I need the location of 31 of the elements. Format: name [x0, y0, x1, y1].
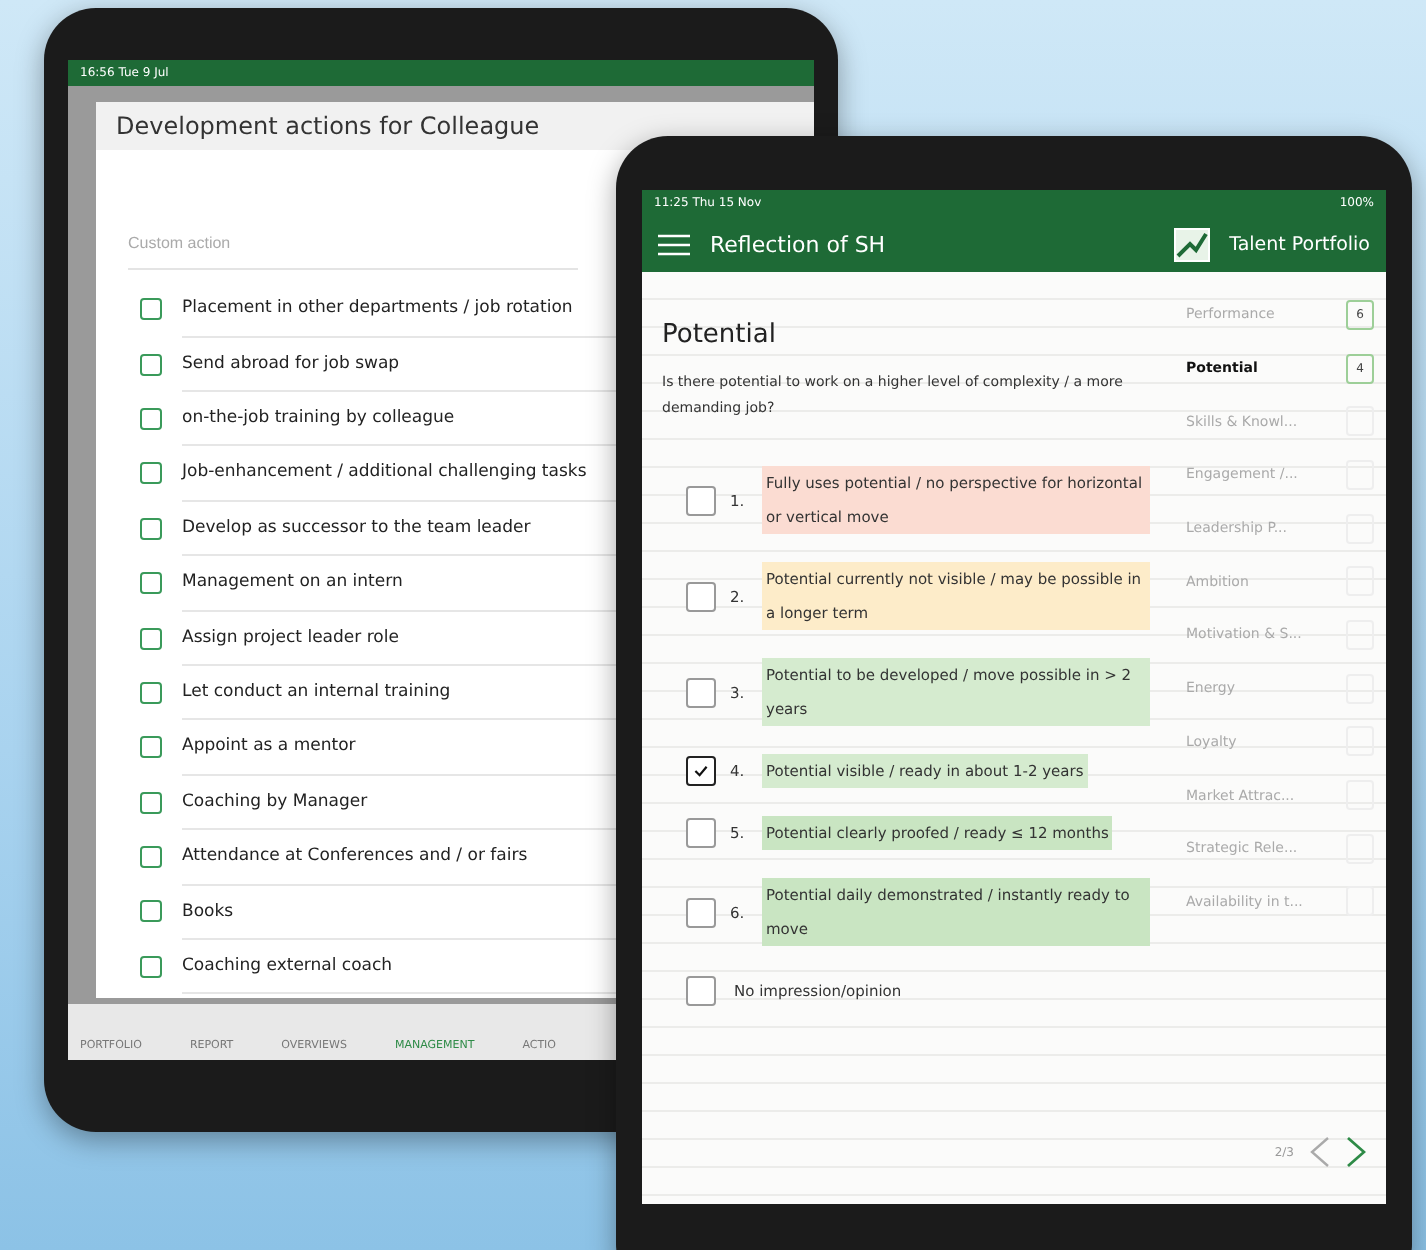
checkbox[interactable] — [140, 955, 162, 978]
checkbox[interactable] — [686, 976, 716, 1006]
checkbox[interactable] — [140, 791, 162, 814]
checkbox[interactable] — [686, 756, 716, 786]
checkbox[interactable] — [140, 846, 162, 869]
next-button[interactable] — [1346, 1136, 1366, 1168]
checkbox[interactable] — [140, 681, 162, 704]
chevron-left-icon — [1310, 1136, 1330, 1168]
checkbox[interactable] — [140, 298, 162, 321]
chevron-right-icon — [1346, 1136, 1366, 1168]
checkbox[interactable] — [686, 677, 716, 707]
checkbox[interactable] — [140, 462, 162, 485]
previous-button[interactable] — [1310, 1136, 1330, 1168]
checkbox[interactable] — [686, 897, 716, 927]
checkbox[interactable] — [140, 736, 162, 759]
checkbox[interactable] — [686, 818, 716, 848]
dialog-title: Development actions for Colleague — [96, 102, 814, 150]
menu-icon[interactable] — [658, 233, 690, 255]
checkmark-icon — [694, 764, 708, 778]
logo-icon — [1173, 227, 1210, 261]
brand-name: Talent Portfolio — [1229, 233, 1370, 255]
checkbox[interactable] — [140, 353, 162, 376]
checkbox[interactable] — [140, 407, 162, 430]
custom-action-field[interactable]: Custom action — [128, 226, 578, 270]
checkbox[interactable] — [140, 572, 162, 595]
checkbox[interactable] — [686, 485, 716, 515]
header-title: Reflection of SH — [710, 231, 888, 257]
checkbox[interactable] — [686, 581, 716, 611]
checkbox[interactable] — [140, 517, 162, 540]
checkbox[interactable] — [140, 627, 162, 650]
checkbox[interactable] — [140, 900, 162, 923]
